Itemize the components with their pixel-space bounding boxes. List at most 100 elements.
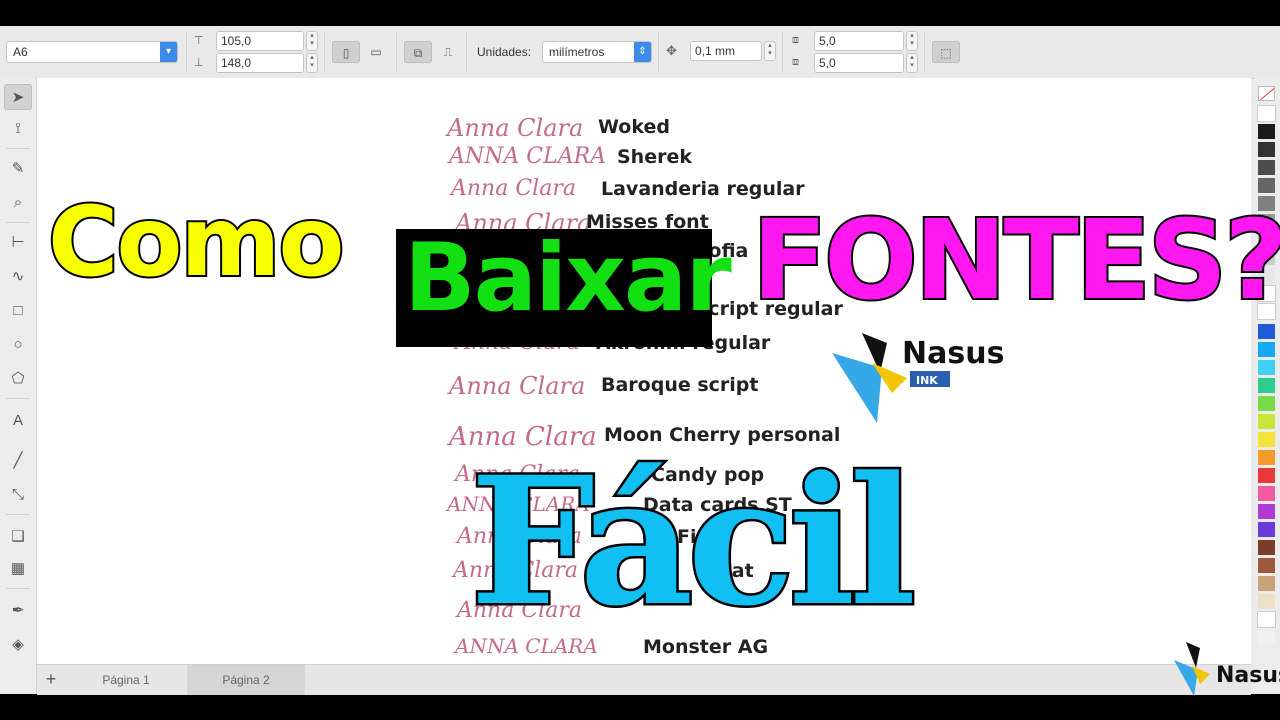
color-swatch[interactable] xyxy=(1258,124,1275,139)
page-size-value: A6 xyxy=(13,45,28,59)
color-swatch[interactable] xyxy=(1258,450,1275,465)
font-name-label: Woked xyxy=(598,116,670,138)
units-value: milímetros xyxy=(549,45,605,59)
page-tab-bar: + Página 1 Página 2 xyxy=(37,664,1251,695)
tab-page-2[interactable]: Página 2 xyxy=(187,665,305,695)
height-spinner[interactable]: ▴ ▾ xyxy=(306,53,318,73)
color-swatch[interactable] xyxy=(1258,342,1275,357)
nasus-logo-canvas: Nasus INK xyxy=(832,333,1004,423)
units-label: Unidades: xyxy=(477,45,532,59)
color-swatch[interactable] xyxy=(1258,360,1275,375)
color-swatch[interactable] xyxy=(1258,558,1275,573)
corner-logo-text: Nasus xyxy=(1216,663,1280,688)
duplicate-x-icon: ⧈ xyxy=(792,34,799,46)
font-name-label: Baroque script xyxy=(601,374,759,396)
color-swatch[interactable] xyxy=(1258,178,1275,193)
shape-tool-icon[interactable]: ⟟ xyxy=(4,116,32,142)
zoom-tool-icon[interactable]: ⌕ xyxy=(4,190,32,216)
separator xyxy=(6,588,30,589)
rectangle-tool-icon[interactable]: □ xyxy=(4,298,32,324)
color-swatch[interactable] xyxy=(1258,160,1275,175)
add-page-button[interactable]: + xyxy=(37,665,65,695)
color-swatch[interactable] xyxy=(1257,105,1276,122)
color-swatch[interactable] xyxy=(1258,324,1275,339)
ellipse-tool-icon[interactable]: ○ xyxy=(4,332,32,358)
separator xyxy=(466,32,467,72)
separator xyxy=(6,398,30,399)
current-page-button[interactable]: ⎍ xyxy=(434,41,462,63)
line-tool-icon[interactable]: ╱ xyxy=(4,448,32,474)
color-swatch[interactable] xyxy=(1258,540,1275,555)
nudge-distance-field[interactable]: 0,1 mm xyxy=(690,41,762,61)
landscape-button[interactable]: ▭ xyxy=(362,41,390,63)
chevron-down-icon[interactable]: ▾ xyxy=(160,42,177,62)
dup-y-spinner[interactable]: ▴ ▾ xyxy=(906,53,918,73)
duplicate-y-icon: ⧈ xyxy=(792,56,799,68)
font-sample-text: Anna Clara xyxy=(447,114,584,142)
eyedropper-tool-icon[interactable]: ✒ xyxy=(4,598,32,624)
units-select[interactable]: milímetros ⇕ xyxy=(542,41,652,63)
title-word-baixar: Baixar xyxy=(404,224,732,333)
width-spinner[interactable]: ▴ ▾ xyxy=(306,31,318,51)
page-height-icon: ⊥ xyxy=(194,57,204,69)
toolbox: ➤ ⟟ ✎ ⌕ ⊢ ∿ □ ○ ⬠ A ╱ ⤡ ❏ ▦ ✒ ◈ xyxy=(0,78,37,694)
eraser-tool-icon[interactable]: ✎ xyxy=(4,156,32,182)
nasus-corner-logo: Nasus xyxy=(1174,642,1280,696)
color-swatch[interactable] xyxy=(1257,611,1276,628)
dup-x-spinner[interactable]: ▴ ▾ xyxy=(906,31,918,51)
transparency-tool-icon[interactable]: ▦ xyxy=(4,556,32,582)
logo-sub: INK xyxy=(916,374,938,387)
color-swatch[interactable] xyxy=(1258,378,1275,393)
bezier-tool-icon[interactable]: ∿ xyxy=(4,264,32,290)
title-word-facil: Fácil xyxy=(467,436,918,648)
duplicate-y-field[interactable]: 5,0 xyxy=(814,53,904,73)
color-swatch[interactable] xyxy=(1258,522,1275,537)
all-pages-button[interactable]: ⧉ xyxy=(404,41,432,63)
tab-page-1[interactable]: Página 1 xyxy=(67,665,185,695)
color-swatch[interactable] xyxy=(1258,142,1275,157)
color-swatch[interactable] xyxy=(1258,414,1275,429)
color-swatch[interactable] xyxy=(1258,504,1275,519)
text-tool-icon[interactable]: A xyxy=(4,408,32,434)
property-bar: A6 ▾ ⊤ 105,0 ▴ ▾ ⊥ 148,0 ▴ ▾ ▯ ▭ ⧉ ⎍ Unida… xyxy=(0,26,1280,79)
logo-text: Nasus xyxy=(902,336,1004,371)
nudge-icon: ✥ xyxy=(666,43,677,58)
duplicate-x-field[interactable]: 5,0 xyxy=(814,31,904,51)
page-width-icon: ⊤ xyxy=(194,35,204,47)
page-width-field[interactable]: 105,0 xyxy=(216,31,304,51)
color-swatch[interactable] xyxy=(1258,396,1275,411)
page-height-field[interactable]: 148,0 xyxy=(216,53,304,73)
separator xyxy=(396,32,397,72)
separator xyxy=(658,32,659,72)
color-swatch[interactable] xyxy=(1258,594,1275,609)
title-word-como: Como xyxy=(46,184,346,300)
color-swatch[interactable] xyxy=(1258,576,1275,591)
font-name-label: Sherek xyxy=(617,146,692,168)
separator xyxy=(6,148,30,149)
shadow-tool-icon[interactable]: ❏ xyxy=(4,524,32,550)
color-swatch[interactable] xyxy=(1258,432,1275,447)
chevron-updown-icon[interactable]: ⇕ xyxy=(634,42,651,62)
nudge-spinner[interactable]: ▴ ▾ xyxy=(764,41,776,61)
fill-tool-icon[interactable]: ◈ xyxy=(4,632,32,658)
font-sample-text: Anna Clara xyxy=(451,176,576,201)
separator xyxy=(924,32,925,72)
portrait-button[interactable]: ▯ xyxy=(332,41,360,63)
font-sample-text: ANNA CLARA xyxy=(449,144,607,169)
page-size-select[interactable]: A6 ▾ xyxy=(6,41,178,63)
separator xyxy=(6,222,30,223)
color-swatch[interactable] xyxy=(1258,468,1275,483)
connector-tool-icon[interactable]: ⤡ xyxy=(4,482,32,508)
pick-tool-icon[interactable]: ➤ xyxy=(4,84,32,110)
separator xyxy=(782,32,783,72)
color-swatch[interactable] xyxy=(1258,486,1275,501)
font-sample-text: Anna Clara xyxy=(449,372,586,400)
polygon-tool-icon[interactable]: ⬠ xyxy=(4,366,32,392)
separator xyxy=(324,32,325,72)
separator xyxy=(6,514,30,515)
dimension-tool-icon[interactable]: ⊢ xyxy=(4,230,32,256)
color-palette xyxy=(1255,78,1280,694)
treat-as-filled-button[interactable]: ⬚ xyxy=(932,41,960,63)
no-color-swatch[interactable] xyxy=(1258,86,1275,101)
separator xyxy=(186,32,187,72)
